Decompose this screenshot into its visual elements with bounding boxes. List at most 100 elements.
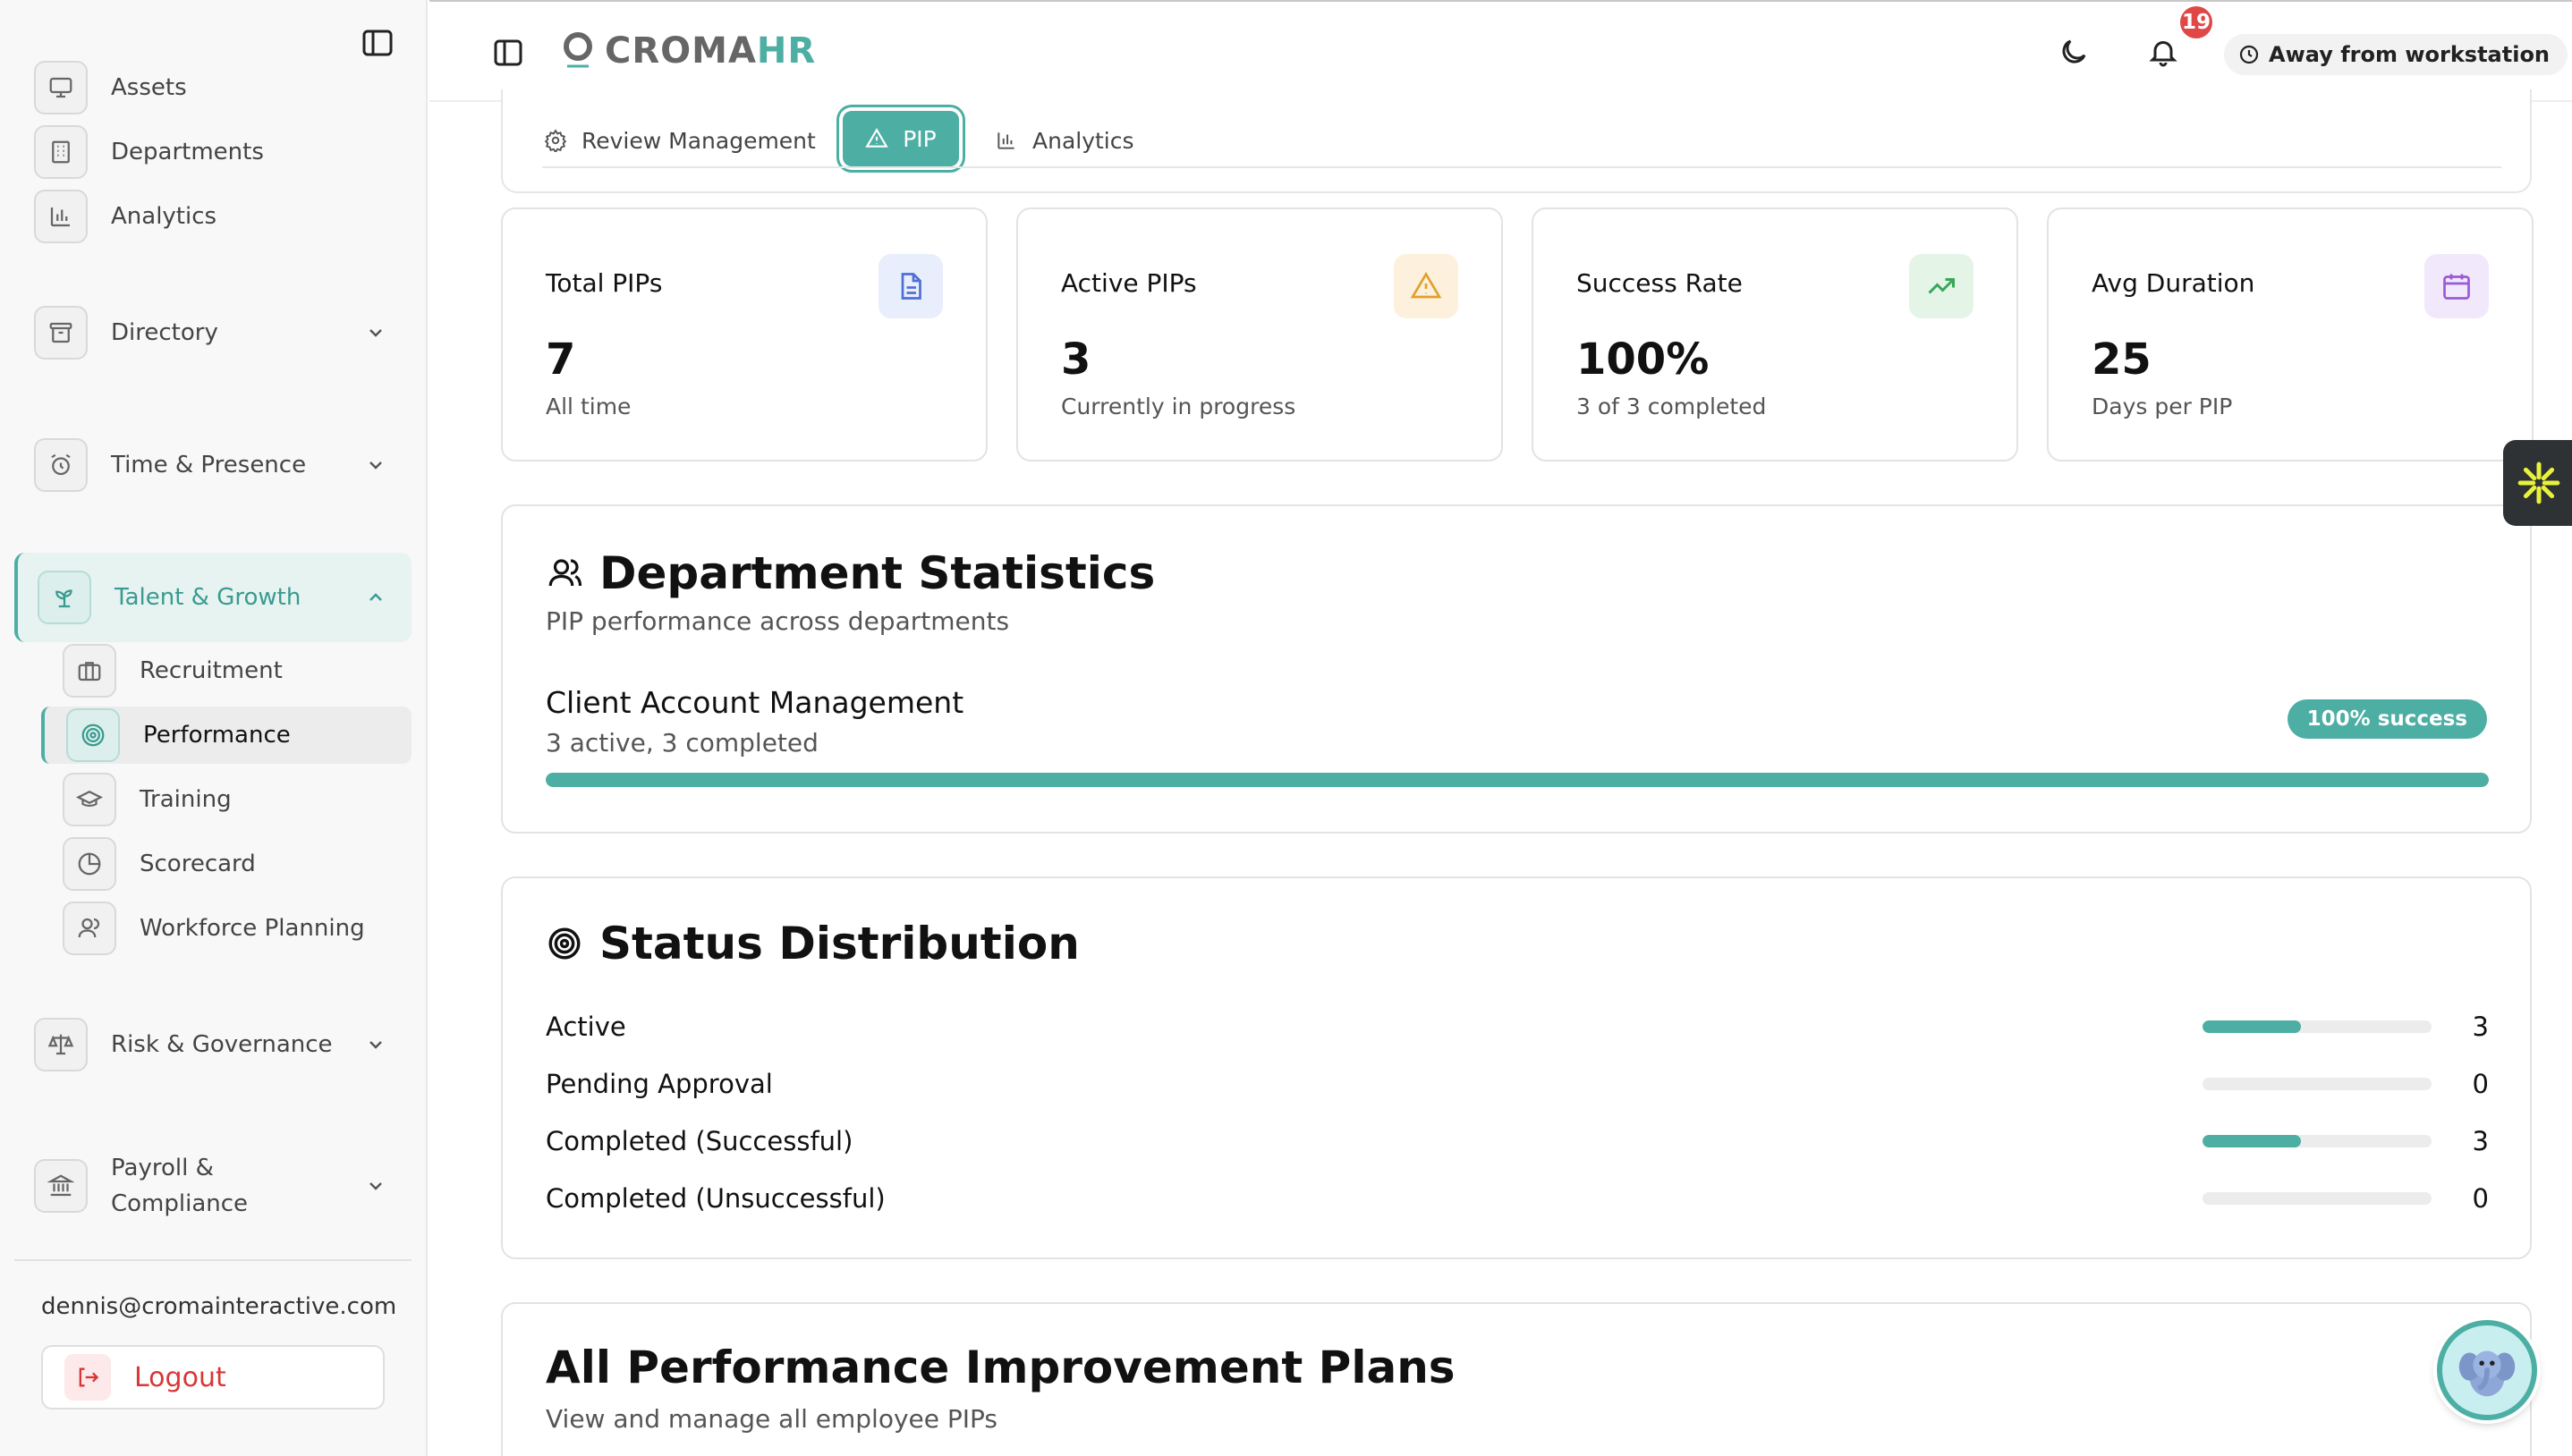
department-progress-fill [546,773,2489,787]
sidebar-group-label: Talent & Growth [115,584,301,611]
status-label: Completed (Successful) [546,1126,853,1156]
chevron-down-icon[interactable] [360,1029,392,1061]
sidebar-item-assets[interactable]: Assets [34,59,187,116]
status-bar [2203,1020,2432,1033]
sidebar-item-workforce-planning[interactable]: Workforce Planning [63,900,365,957]
department-statistics-card: Department Statistics PIP performance ac… [501,504,2532,834]
department-name: Client Account Management [546,685,964,720]
sidebar-group-label-line1: Payroll & [111,1155,214,1181]
card-title: Status Distribution [546,918,1080,969]
sprout-icon [38,571,91,624]
sidebar-group-label-line2: Compliance [111,1190,249,1217]
sidebar-group-time-presence[interactable]: Time & Presence [34,436,306,494]
tab-review-management[interactable]: Review Management [544,113,816,168]
bank-icon [34,1159,88,1213]
sidebar-group-risk-governance[interactable]: Risk & Governance [34,1016,333,1073]
tab-label: Review Management [581,127,816,154]
stat-value: 3 [1061,334,1091,385]
sidebar-group-label: Risk & Governance [111,1031,333,1058]
sidebar-collapse-icon[interactable] [361,29,394,57]
logo-croma: CROMA [605,30,757,72]
logout-icon [64,1354,111,1401]
stat-value: 7 [546,334,576,385]
sidebar-item-departments[interactable]: Departments [34,123,264,181]
graduation-cap-icon [63,773,116,826]
floating-widget-button[interactable] [2503,440,2572,526]
logo-hr: HR [756,30,817,72]
notification-count-badge: 19 [2177,4,2215,41]
sidebar: Assets Departments Analytics Directory T… [0,0,428,1456]
sidebar-item-analytics[interactable]: Analytics [34,188,216,245]
bell-icon[interactable] [2147,36,2179,68]
sidebar-item-label: Analytics [111,203,217,230]
chevron-down-icon[interactable] [360,449,392,481]
chevron-up-icon[interactable] [360,581,392,614]
sidebar-toggle-icon[interactable] [494,39,522,66]
alert-triangle-icon [865,127,903,150]
status-count: 3 [2472,1126,2489,1156]
sidebar-group-directory[interactable]: Directory [34,304,218,361]
status-count: 3 [2472,1012,2489,1042]
status-label: Pending Approval [546,1069,773,1099]
stat-value: 25 [2092,334,2152,385]
all-pips-card: All Performance Improvement Plans View a… [501,1302,2532,1456]
logout-label: Logout [134,1361,226,1393]
sidebar-item-label: Performance [143,722,291,749]
card-subtitle: PIP performance across departments [546,606,1010,636]
sidebar-item-recruitment[interactable]: Recruitment [63,642,283,699]
sidebar-group-talent-growth[interactable]: Talent & Growth [38,569,301,626]
users-icon [63,902,116,955]
monitor-icon [34,61,88,114]
sidebar-item-training[interactable]: Training [63,771,232,828]
presence-status-label: Away from workstation [2269,42,2551,67]
sidebar-item-performance[interactable]: Performance [66,707,291,764]
tab-pip[interactable]: PIP [843,111,959,166]
target-icon [66,708,120,762]
tabs-divider [542,166,2501,168]
status-row-pending-approval: Pending Approval 0 [546,1062,2489,1105]
status-bar-fill [2203,1020,2302,1033]
chevron-down-icon[interactable] [360,1170,392,1202]
card-subtitle: View and manage all employee PIPs [546,1404,998,1434]
card-title: All Performance Improvement Plans [546,1342,1456,1393]
tab-label: PIP [903,125,937,152]
tab-analytics[interactable]: Analytics [995,113,1134,168]
status-distribution-card: Status Distribution Active 3 Pending App… [501,876,2532,1259]
status-bar [2203,1078,2432,1090]
stat-card-success-rate: Success Rate 100% 3 of 3 completed [1532,207,2018,461]
stat-subtitle: All time [546,394,632,419]
pie-chart-icon [63,837,116,891]
status-label: Active [546,1012,626,1042]
sidebar-group-label: Payroll & Compliance [111,1150,248,1222]
sidebar-divider [14,1259,412,1261]
bar-chart-icon [995,129,1032,152]
calendar-icon [2424,254,2489,318]
moon-icon[interactable] [2058,36,2090,68]
users-icon [546,554,599,592]
target-icon [546,925,599,962]
status-bar-fill [2203,1135,2302,1147]
department-detail: 3 active, 3 completed [546,728,819,758]
user-email: dennis@cromainteractive.com [41,1293,397,1320]
sidebar-item-label: Workforce Planning [140,915,365,942]
stat-title: Total PIPs [546,268,663,298]
logout-button[interactable]: Logout [41,1345,385,1409]
sidebar-item-scorecard[interactable]: Scorecard [63,835,256,893]
chat-assistant-button[interactable] [2437,1320,2537,1420]
stat-value: 100% [1576,334,1710,385]
stat-subtitle: 3 of 3 completed [1576,394,1767,419]
stat-title: Avg Duration [2092,268,2255,298]
stat-card-avg-duration: Avg Duration 25 Days per PIP [2047,207,2534,461]
sidebar-group-label: Directory [111,319,218,346]
status-count: 0 [2472,1069,2489,1099]
sidebar-group-payroll-compliance[interactable]: Payroll & Compliance [34,1155,248,1217]
briefcase-icon [63,644,116,698]
sparkle-icon [2517,461,2561,505]
status-row-completed-successful: Completed (Successful) 3 [546,1120,2489,1163]
stat-subtitle: Days per PIP [2092,394,2233,419]
app-logo[interactable]: CROMAHR [562,30,816,72]
chevron-down-icon[interactable] [360,317,392,349]
status-bar [2203,1135,2432,1147]
presence-status-button[interactable]: Away from workstation [2224,34,2568,75]
document-icon [879,254,943,318]
